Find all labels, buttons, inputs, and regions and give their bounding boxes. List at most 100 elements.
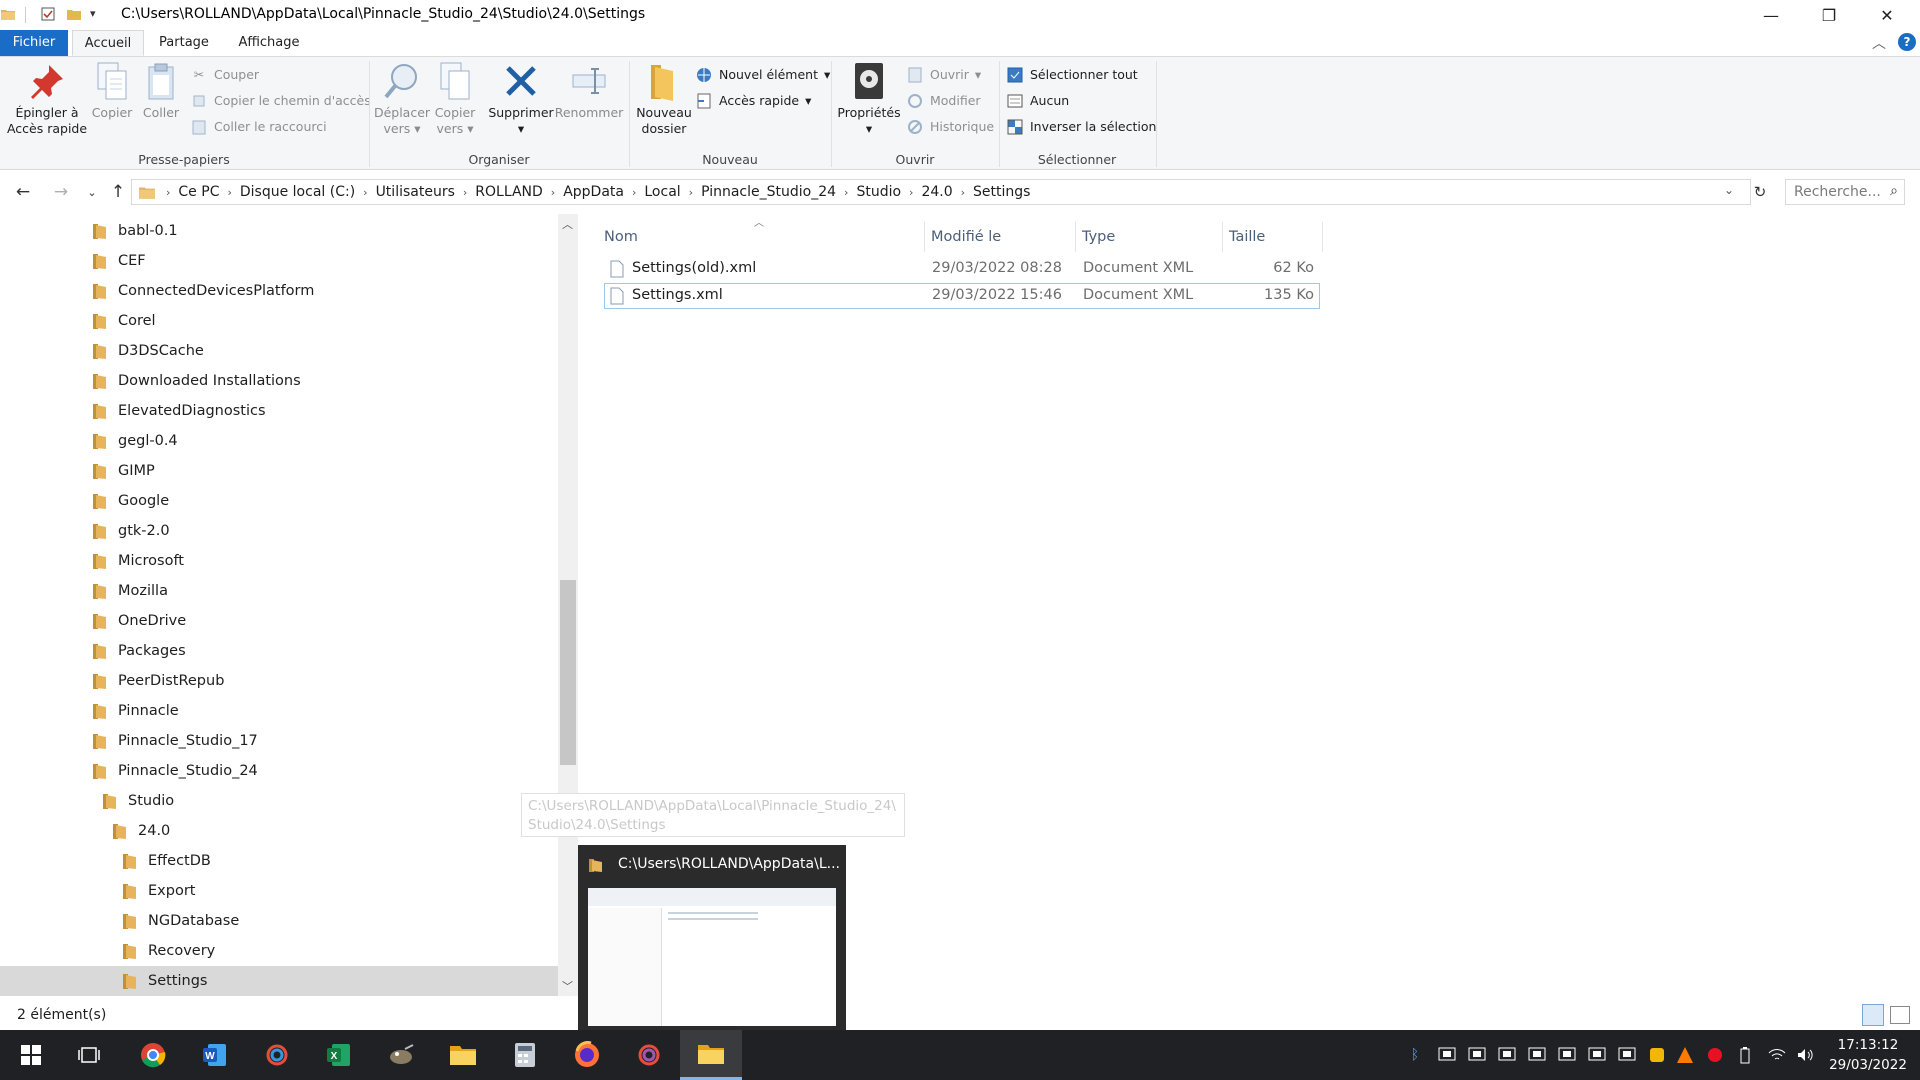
maximize-button[interactable]: ❐ xyxy=(1800,0,1858,30)
battery-icon[interactable] xyxy=(1734,1044,1756,1066)
taskbar-gimp[interactable] xyxy=(370,1030,432,1080)
copy-to-button[interactable]: Copier vers ▾ xyxy=(429,61,481,137)
breadcrumb-24-0[interactable]: 24.0 xyxy=(915,184,958,200)
forward-arrow-icon[interactable]: → xyxy=(49,180,73,204)
tree-item[interactable]: PeerDistRepub xyxy=(0,666,558,696)
details-view-icon[interactable] xyxy=(1862,1004,1884,1026)
tree-item[interactable]: Pinnacle_Studio_24 xyxy=(0,756,558,786)
taskbar-thumbnail-preview[interactable]: C:\Users\ROLLAND\AppData\L... xyxy=(578,845,846,1030)
tray-app-icon[interactable] xyxy=(1496,1044,1518,1066)
breadcrumb-ce-pc[interactable]: Ce PC xyxy=(172,184,225,200)
select-none-button[interactable]: Aucun xyxy=(1006,90,1069,112)
close-button[interactable]: ✕ xyxy=(1858,0,1916,30)
select-all-button[interactable]: Sélectionner tout xyxy=(1006,64,1138,86)
tree-item[interactable]: Google xyxy=(0,486,558,516)
recent-locations-chevron-icon[interactable]: ⌄ xyxy=(80,180,104,204)
help-icon[interactable]: ? xyxy=(1898,33,1916,51)
tree-item[interactable]: Corel xyxy=(0,306,558,336)
column-header-modified[interactable]: Modifié le xyxy=(925,222,1075,252)
tree-item[interactable]: OneDrive xyxy=(0,606,558,636)
file-row[interactable]: Settings(old).xml 29/03/2022 08:28 Docum… xyxy=(604,256,1320,282)
quick-access-dropdown-icon[interactable]: ▾ xyxy=(90,7,96,20)
new-folder-quick-icon[interactable] xyxy=(66,6,82,22)
tray-app-icon[interactable] xyxy=(1466,1044,1488,1066)
refresh-icon[interactable]: ↻ xyxy=(1748,180,1772,204)
new-item-button[interactable]: Nouvel élément ▾ xyxy=(695,64,830,86)
move-to-button[interactable]: Déplacer vers ▾ xyxy=(373,61,431,137)
tray-yellow-app-icon[interactable] xyxy=(1646,1044,1668,1066)
tree-item[interactable]: 24.0 xyxy=(0,816,558,846)
breadcrumb-disque-local[interactable]: Disque local (C:) xyxy=(234,184,361,200)
taskbar-pinnacle[interactable] xyxy=(246,1030,308,1080)
address-bar[interactable]: › Ce PC › Disque local (C:) › Utilisateurs… xyxy=(131,179,1751,205)
tree-item[interactable]: gegl-0.4 xyxy=(0,426,558,456)
tab-fichier[interactable]: Fichier xyxy=(0,30,68,56)
tree-item[interactable]: EffectDB xyxy=(0,846,558,876)
start-button[interactable] xyxy=(0,1030,62,1080)
system-clock[interactable]: 17:13:12 29/03/2022 xyxy=(1818,1035,1918,1075)
tray-app-icon[interactable] xyxy=(1556,1044,1578,1066)
new-folder-button[interactable]: Nouveau dossier xyxy=(633,61,695,137)
breadcrumb-local[interactable]: Local xyxy=(638,184,686,200)
tree-item[interactable]: Studio xyxy=(0,786,558,816)
tree-item[interactable]: NGDatabase xyxy=(0,906,558,936)
tray-red-app-icon[interactable] xyxy=(1704,1044,1726,1066)
tree-item[interactable]: D3DSCache xyxy=(0,336,558,366)
tree-item[interactable]: Mozilla xyxy=(0,576,558,606)
rename-button[interactable]: Renommer xyxy=(554,61,624,121)
column-header-type[interactable]: Type xyxy=(1076,222,1222,252)
back-arrow-icon[interactable]: ← xyxy=(11,180,35,204)
tree-item[interactable]: GIMP xyxy=(0,456,558,486)
scroll-up-icon[interactable]: ︿ xyxy=(562,216,573,232)
tab-affichage[interactable]: Affichage xyxy=(226,30,312,56)
history-button[interactable]: Historique xyxy=(906,116,994,138)
tree-item[interactable]: Recovery xyxy=(0,936,558,966)
address-dropdown-icon[interactable]: ⌄ xyxy=(1724,183,1734,197)
copy-button[interactable]: Copier xyxy=(88,61,136,121)
taskbar-pinnacle-2[interactable] xyxy=(618,1030,680,1080)
search-input[interactable]: Recherche... ⌕ xyxy=(1785,179,1905,205)
tree-item[interactable]: CEF xyxy=(0,246,558,276)
tree-scrollbar-thumb[interactable] xyxy=(560,580,576,765)
tray-app-icon[interactable] xyxy=(1616,1044,1638,1066)
breadcrumb-utilisateurs[interactable]: Utilisateurs xyxy=(370,184,461,200)
tree-item[interactable]: babl-0.1 xyxy=(0,216,558,246)
tree-item[interactable]: Pinnacle xyxy=(0,696,558,726)
tree-item-selected[interactable]: Settings xyxy=(0,966,558,996)
invert-selection-button[interactable]: Inverser la sélection xyxy=(1006,116,1156,138)
taskbar-word[interactable]: W xyxy=(184,1030,246,1080)
paste-button[interactable]: Coller xyxy=(137,61,185,121)
taskbar-file-explorer-active[interactable] xyxy=(680,1030,742,1080)
breadcrumb-studio[interactable]: Studio xyxy=(850,184,907,200)
edit-button[interactable]: Modifier xyxy=(906,90,981,112)
collapse-ribbon-icon[interactable]: ︿ xyxy=(1872,33,1886,53)
breadcrumb-appdata[interactable]: AppData xyxy=(557,184,630,200)
tree-item[interactable]: Export xyxy=(0,876,558,906)
volume-icon[interactable] xyxy=(1794,1044,1816,1066)
tree-item[interactable]: ElevatedDiagnostics xyxy=(0,396,558,426)
open-button[interactable]: Ouvrir ▾ xyxy=(906,64,981,86)
tree-item[interactable]: Downloaded Installations xyxy=(0,366,558,396)
tray-app-icon[interactable] xyxy=(1526,1044,1548,1066)
easy-access-button[interactable]: Accès rapide ▾ xyxy=(695,90,811,112)
tray-orange-app-icon[interactable] xyxy=(1674,1044,1696,1066)
taskbar-chrome[interactable] xyxy=(122,1030,184,1080)
tree-item[interactable]: ConnectedDevicesPlatform xyxy=(0,276,558,306)
bluetooth-icon[interactable]: ᛒ xyxy=(1404,1044,1426,1066)
properties-button[interactable]: Propriétés ▾ xyxy=(834,61,904,137)
taskbar-file-explorer[interactable] xyxy=(432,1030,494,1080)
tree-item[interactable]: Pinnacle_Studio_17 xyxy=(0,726,558,756)
up-arrow-icon[interactable]: ↑ xyxy=(106,180,130,204)
breadcrumb-settings[interactable]: Settings xyxy=(967,184,1036,200)
paste-shortcut-button[interactable]: Coller le raccourci xyxy=(190,116,327,138)
taskbar-calculator[interactable] xyxy=(494,1030,556,1080)
wifi-icon[interactable] xyxy=(1766,1044,1788,1066)
taskbar-firefox[interactable] xyxy=(556,1030,618,1080)
tab-partage[interactable]: Partage xyxy=(148,30,220,56)
column-header-size[interactable]: Taille xyxy=(1223,222,1317,252)
cut-button[interactable]: ✂ Couper xyxy=(190,64,259,86)
taskbar-excel[interactable]: X xyxy=(308,1030,370,1080)
tab-accueil[interactable]: Accueil xyxy=(72,30,144,56)
properties-quick-icon[interactable] xyxy=(40,6,56,22)
tree-item[interactable]: gtk-2.0 xyxy=(0,516,558,546)
